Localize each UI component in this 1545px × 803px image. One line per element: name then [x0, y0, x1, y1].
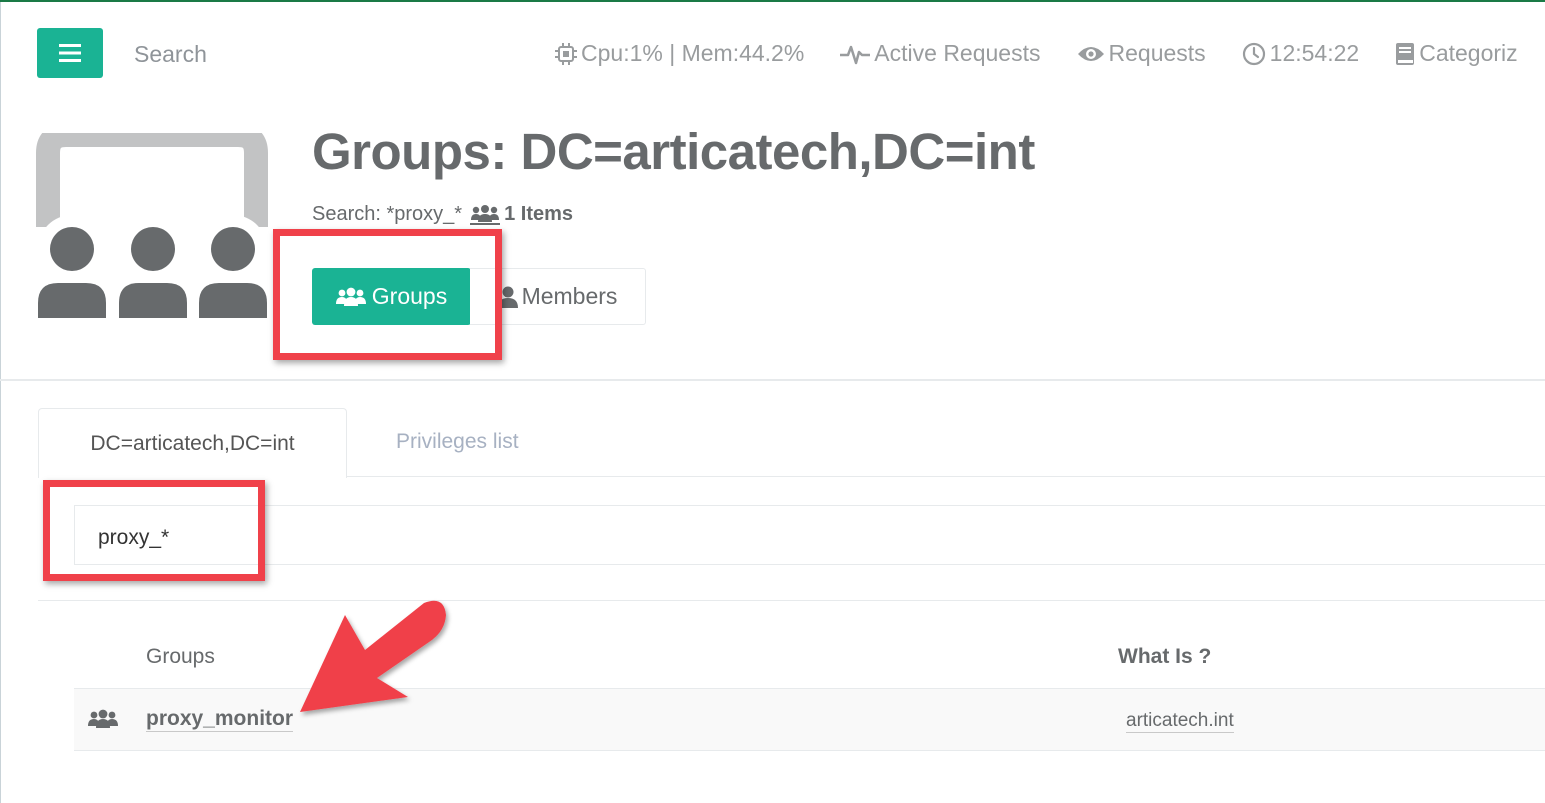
- tab-bar-rule: [347, 476, 1545, 477]
- tab-domain[interactable]: DC=articatech,DC=int: [38, 408, 347, 478]
- filter-row-bottom-border: [74, 564, 1545, 565]
- chip-icon: [555, 42, 577, 65]
- categories-link[interactable]: Categoriz: [1395, 40, 1518, 67]
- categories-label: Categoriz: [1419, 40, 1518, 66]
- users-icon: [88, 709, 118, 728]
- group-name-link[interactable]: proxy_monitor: [146, 707, 294, 732]
- top-navigation: Cpu:1% | Mem:44.2% Active Requests Reque…: [555, 40, 1518, 67]
- filter-divider: [38, 600, 1545, 601]
- members-button-label: Members: [521, 283, 618, 309]
- group-domain-link[interactable]: articatech.int: [1126, 710, 1234, 733]
- clock-text: 12:54:22: [1269, 40, 1360, 66]
- window-top-border: [0, 0, 1545, 2]
- window-left-border: [0, 2, 1, 803]
- menu-toggle-button[interactable]: [37, 28, 103, 78]
- eye-icon: [1077, 46, 1104, 61]
- clock-display[interactable]: 12:54:22: [1242, 40, 1360, 67]
- highlight-box-filter-input: [43, 480, 265, 581]
- top-search-link[interactable]: Search: [134, 41, 207, 68]
- cpu-mem-text: Cpu:1% | Mem:44.2%: [581, 40, 805, 66]
- requests-link[interactable]: Requests: [1077, 40, 1206, 67]
- search-prefix: Search: *proxy_*: [312, 203, 463, 225]
- tab-privileges-list[interactable]: Privileges list: [396, 430, 519, 454]
- requests-label: Requests: [1108, 40, 1206, 66]
- cpu-mem-status[interactable]: Cpu:1% | Mem:44.2%: [555, 40, 804, 67]
- book-icon: [1396, 42, 1415, 65]
- column-header-what-is: What Is ?: [1118, 645, 1212, 668]
- page-title: Groups: DC=articatech,DC=int: [312, 123, 1035, 180]
- active-requests-label: Active Requests: [874, 40, 1041, 66]
- heartbeat-icon: [840, 45, 871, 64]
- clock-icon: [1242, 42, 1265, 65]
- filter-row-top-border: [74, 505, 1545, 506]
- search-summary: Search: *proxy_* 1 Items: [312, 203, 573, 226]
- column-header-groups: Groups: [146, 645, 215, 668]
- hamburger-icon: [59, 44, 81, 62]
- table-row: proxy_monitor articatech.int: [74, 688, 1545, 751]
- highlight-box-groups-button: [273, 229, 502, 360]
- active-requests-link[interactable]: Active Requests: [840, 40, 1041, 67]
- items-count: 1 Items: [504, 203, 574, 225]
- users-icon: [470, 204, 501, 225]
- annotation-arrow-icon: [300, 600, 446, 712]
- header-divider: [0, 379, 1545, 381]
- group-logo-icon: [36, 133, 268, 318]
